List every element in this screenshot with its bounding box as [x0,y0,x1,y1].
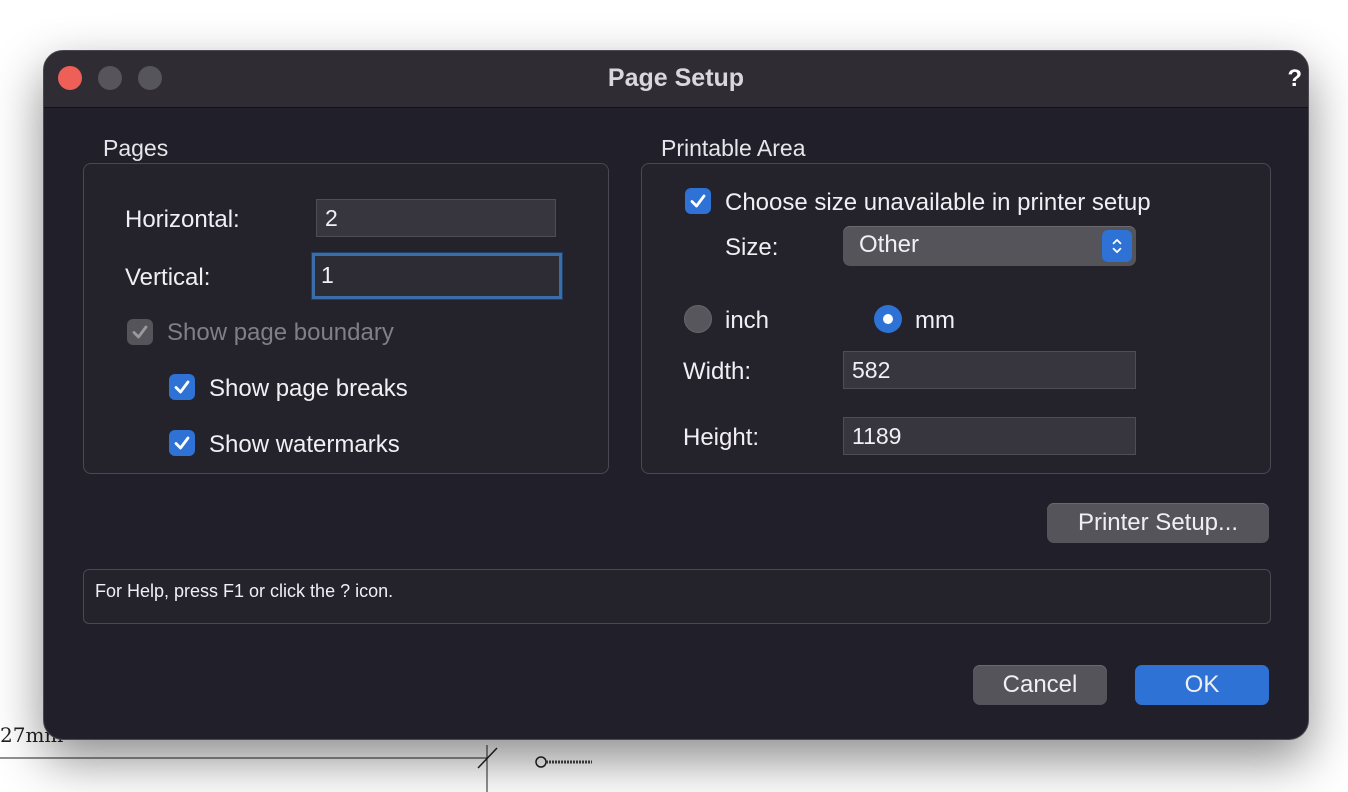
unit-inch-radio[interactable] [684,305,712,333]
show-page-breaks-label: Show page breaks [209,375,408,402]
choose-size-label: Choose size unavailable in printer setup [725,189,1151,216]
page-setup-dialog: Page Setup ? Pages Horizontal: 2 Vertica… [43,50,1309,740]
unit-mm-radio[interactable] [874,305,902,333]
size-select-value: Other [859,231,920,258]
width-input[interactable]: 582 [843,351,1136,389]
printable-area-group-label: Printable Area [661,135,806,161]
horizontal-pages-input[interactable]: 2 [316,199,556,237]
show-page-breaks-checkbox[interactable] [169,374,195,400]
show-watermarks-label: Show watermarks [209,431,400,458]
checkmark-icon [174,436,190,450]
checkmark-icon [132,325,148,339]
show-watermarks-checkbox[interactable] [169,430,195,456]
horizontal-label: Horizontal: [125,206,240,233]
size-select[interactable]: Other [843,226,1136,266]
checkmark-icon [174,380,190,394]
height-input[interactable]: 1189 [843,417,1136,455]
printer-setup-button[interactable]: Printer Setup... [1047,503,1269,543]
show-page-boundary-checkbox[interactable] [127,319,153,345]
pages-group-label: Pages [103,135,169,161]
show-page-boundary-label: Show page boundary [167,319,394,346]
help-icon[interactable]: ? [1287,65,1302,93]
choose-size-checkbox[interactable] [685,188,711,214]
help-message-text: For Help, press F1 or click the ? icon. [95,581,394,601]
width-label: Width: [683,358,752,385]
height-label: Height: [683,424,760,451]
help-message-box: For Help, press F1 or click the ? icon. [83,569,1271,624]
unit-inch-label: inch [725,307,770,334]
select-stepper-icon [1102,230,1132,262]
vertical-pages-input[interactable]: 1 [312,253,562,299]
unit-mm-label: mm [915,307,955,334]
size-label: Size: [725,234,779,261]
dialog-title: Page Setup [607,64,745,92]
title-bar: Page Setup ? [44,51,1308,108]
ok-button[interactable]: OK [1135,665,1269,705]
vertical-label: Vertical: [125,264,211,291]
checkmark-icon [690,194,706,208]
cancel-button[interactable]: Cancel [973,665,1107,705]
